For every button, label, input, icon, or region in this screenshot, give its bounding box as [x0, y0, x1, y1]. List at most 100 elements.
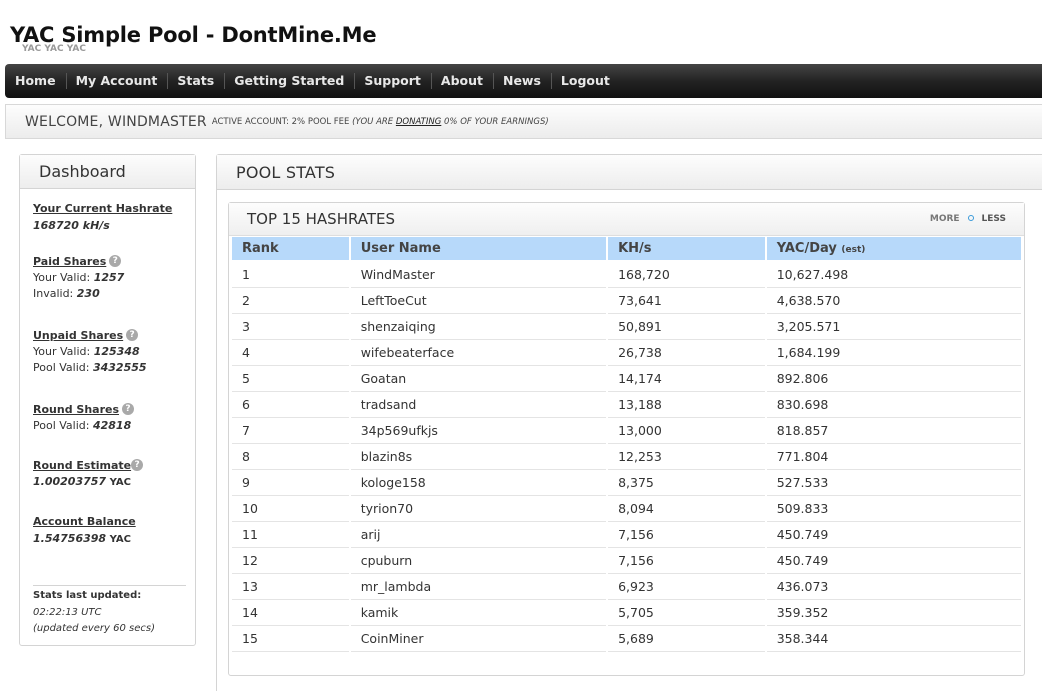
- cell-user: tradsand: [350, 392, 607, 418]
- nav-logout-link[interactable]: Logout: [550, 64, 620, 98]
- unpaid-your-label: Your Valid:: [33, 345, 91, 358]
- cell-khs: 7,156: [608, 522, 765, 548]
- account-balance-unit: YAC: [109, 534, 131, 545]
- nav-stats-link[interactable]: Stats: [167, 64, 224, 98]
- unpaid-pool-value: 3432555: [92, 361, 147, 374]
- account-balance-section: Account Balance 1.54756398 YAC: [33, 515, 136, 545]
- account-balance-value: 1.54756398: [33, 532, 107, 545]
- cell-rank: 2: [232, 288, 349, 314]
- paid-shares-section: Paid Shares? Your Valid: 1257 Invalid: 2…: [33, 255, 124, 300]
- cell-rank: 7: [232, 418, 349, 444]
- pool-stats-title: POOL STATS: [217, 155, 1042, 190]
- cell-user: arij: [350, 522, 607, 548]
- table-row: 9 kologe158 8,375 527.533: [232, 470, 1021, 496]
- cell-yac: 527.533: [766, 470, 1021, 496]
- cell-yac: 359.352: [766, 600, 1021, 626]
- cell-user: wifebeaterface: [350, 340, 607, 366]
- cell-user: tyrion70: [350, 496, 607, 522]
- hashrate-title[interactable]: Your Current Hashrate: [33, 202, 172, 215]
- column-header-user[interactable]: User Name: [350, 237, 607, 262]
- cell-user: blazin8s: [350, 444, 607, 470]
- main-navbar: Home My Account Stats Getting Started Su…: [5, 64, 1042, 98]
- cell-rank: 14: [232, 600, 349, 626]
- hashrate-section: Your Current Hashrate 168720 kH/s: [33, 202, 172, 232]
- cell-user: CoinMiner: [350, 626, 607, 652]
- cell-yac: 1,684.199: [766, 340, 1021, 366]
- unpaid-shares-title[interactable]: Unpaid Shares: [33, 329, 123, 342]
- table-row: 4 wifebeaterface 26,738 1,684.199: [232, 340, 1021, 366]
- round-pool-label: Pool Valid:: [33, 419, 90, 432]
- cell-khs: 5,705: [608, 600, 765, 626]
- toggle-less-link[interactable]: LESS: [982, 214, 1006, 224]
- table-row: 5 Goatan 14,174 892.806: [232, 366, 1021, 392]
- round-estimate-value: 1.00203757: [33, 475, 107, 488]
- stats-updated-section: Stats last updated: 02:22:13 UTC (update…: [33, 590, 155, 634]
- cell-user: LeftToeCut: [350, 288, 607, 314]
- help-icon[interactable]: ?: [126, 329, 139, 341]
- table-row: 8 blazin8s 12,253 771.804: [232, 444, 1021, 470]
- cell-rank: 15: [232, 626, 349, 652]
- column-header-yac-note: (est): [841, 245, 866, 255]
- top-hashrates-header: TOP 15 HASHRATES MORE LESS: [229, 203, 1024, 236]
- cell-yac: 436.073: [766, 574, 1021, 600]
- table-row: 10 tyrion70 8,094 509.833: [232, 496, 1021, 522]
- donation-note: (YOU ARE DONATING 0% OF YOUR EARNINGS): [352, 117, 549, 127]
- cell-khs: 8,094: [608, 496, 765, 522]
- help-icon[interactable]: ?: [131, 459, 144, 471]
- nav-getting-started-link[interactable]: Getting Started: [224, 64, 354, 98]
- toggle-more-link[interactable]: MORE: [930, 214, 960, 224]
- table-row: 7 34p569ufkjs 13,000 818.857: [232, 418, 1021, 444]
- cell-yac: 3,205.571: [766, 314, 1021, 340]
- nav-news-link[interactable]: News: [492, 64, 551, 98]
- help-icon[interactable]: ?: [122, 403, 135, 415]
- round-shares-title[interactable]: Round Shares: [33, 403, 119, 416]
- nav-support-link[interactable]: Support: [354, 64, 431, 98]
- round-estimate-title[interactable]: Round Estimate: [33, 459, 131, 472]
- column-header-khs[interactable]: KH/s: [608, 237, 765, 262]
- cell-rank: 1: [232, 262, 349, 288]
- cell-khs: 26,738: [608, 340, 765, 366]
- table-row: 14 kamik 5,705 359.352: [232, 600, 1021, 626]
- cell-khs: 73,641: [608, 288, 765, 314]
- unpaid-your-value: 125348: [93, 345, 140, 358]
- cell-rank: 3: [232, 314, 349, 340]
- pool-stats-panel: POOL STATS TOP 15 HASHRATES MORE LESS Ran…: [216, 154, 1042, 691]
- cell-khs: 7,156: [608, 548, 765, 574]
- paid-valid-value: 1257: [93, 271, 125, 284]
- cell-yac: 450.749: [766, 548, 1021, 574]
- cell-khs: 13,000: [608, 418, 765, 444]
- column-header-rank[interactable]: Rank: [232, 237, 349, 262]
- cell-yac: 450.749: [766, 522, 1021, 548]
- cell-khs: 5,689: [608, 626, 765, 652]
- account-fee-text: ACTIVE ACCOUNT: 2% POOL FEE: [211, 116, 350, 127]
- top-hashrates-panel: TOP 15 HASHRATES MORE LESS Rank User Name…: [228, 202, 1025, 676]
- table-row: 1 WindMaster 168,720 10,627.498: [232, 262, 1021, 288]
- dashboard-title: Dashboard: [20, 155, 195, 189]
- cell-khs: 50,891: [608, 314, 765, 340]
- cell-user: Goatan: [350, 366, 607, 392]
- stats-updated-label: Stats last updated:: [33, 590, 142, 601]
- nav-about-link[interactable]: About: [430, 64, 493, 98]
- welcome-greeting: WELCOME, WINDMASTER: [25, 113, 207, 130]
- column-header-yac[interactable]: YAC/Day (est): [766, 237, 1021, 262]
- cell-user: mr_lambda: [350, 574, 607, 600]
- cell-khs: 14,174: [608, 366, 765, 392]
- cell-user: shenzaiqing: [350, 314, 607, 340]
- paid-invalid-value: 230: [76, 287, 100, 300]
- nav-my-account-link[interactable]: My Account: [65, 64, 168, 98]
- cell-user: WindMaster: [350, 262, 607, 288]
- round-shares-section: Round Shares? Pool Valid: 42818: [33, 403, 135, 432]
- round-pool-value: 42818: [92, 419, 132, 432]
- nav-home-link[interactable]: Home: [5, 64, 66, 98]
- toggle-indicator: [967, 215, 974, 221]
- cell-yac: 892.806: [766, 366, 1021, 392]
- account-balance-title[interactable]: Account Balance: [33, 515, 136, 528]
- table-row: 3 shenzaiqing 50,891 3,205.571: [232, 314, 1021, 340]
- round-estimate-unit: YAC: [109, 477, 131, 488]
- cell-yac: 10,627.498: [766, 262, 1021, 288]
- account-info: ACTIVE ACCOUNT: 2% POOL FEE (YOU ARE DON…: [212, 117, 549, 127]
- donating-link[interactable]: DONATING: [396, 117, 441, 127]
- table-row: 2 LeftToeCut 73,641 4,638.570: [232, 288, 1021, 314]
- help-icon[interactable]: ?: [109, 255, 122, 267]
- paid-shares-title[interactable]: Paid Shares: [33, 255, 106, 268]
